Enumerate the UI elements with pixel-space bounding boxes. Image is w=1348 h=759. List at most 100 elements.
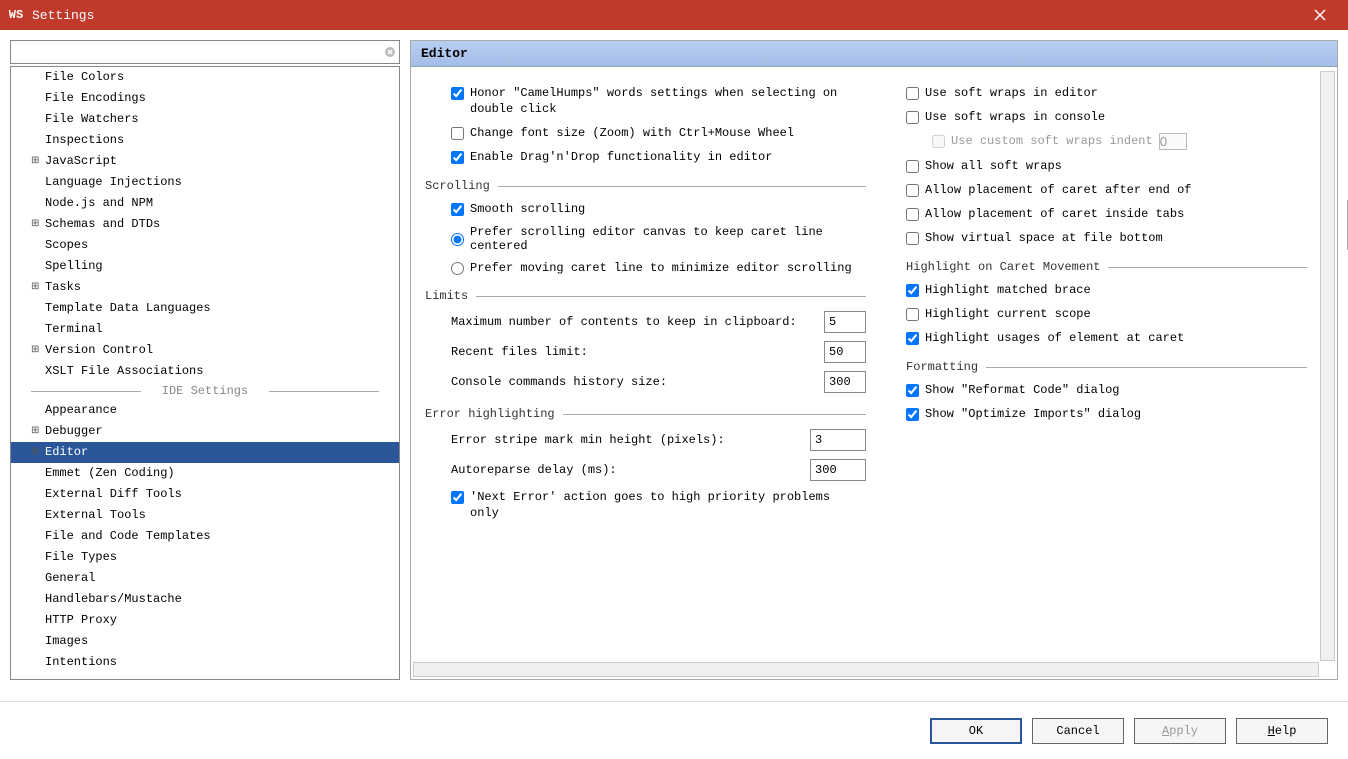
camel-humps-option[interactable]: Honor "CamelHumps" words settings when s… (425, 85, 866, 117)
cancel-button[interactable]: Cancel (1032, 718, 1124, 744)
settings-tree[interactable]: File ColorsFile EncodingsFile WatchersIn… (10, 66, 400, 680)
tree-item-appearance[interactable]: Appearance (11, 400, 399, 421)
tree-item-tasks[interactable]: Tasks (11, 277, 399, 298)
reformat-dialog-label: Show "Reformat Code" dialog (925, 382, 1119, 398)
caret-after-eol-option[interactable]: Allow placement of caret after end of (906, 182, 1307, 198)
soft-wraps-console-option[interactable]: Use soft wraps in console (906, 109, 1307, 125)
tree-item-spelling[interactable]: Spelling (11, 256, 399, 277)
help-button[interactable]: Help (1236, 718, 1328, 744)
smooth-scrolling-option[interactable]: Smooth scrolling (425, 201, 866, 217)
sidebar: File ColorsFile EncodingsFile WatchersIn… (10, 40, 400, 680)
highlight-usages-checkbox[interactable] (906, 332, 919, 345)
stripe-height-input[interactable] (810, 429, 866, 451)
close-button[interactable] (1300, 0, 1340, 30)
tree-item-images[interactable]: Images (11, 631, 399, 652)
soft-wraps-console-checkbox[interactable] (906, 111, 919, 124)
content-title: Editor (411, 41, 1337, 67)
autoreparse-input[interactable] (810, 459, 866, 481)
custom-indent-checkbox (932, 135, 945, 148)
vertical-scrollbar[interactable] (1320, 71, 1335, 661)
tree-item-file-encodings[interactable]: File Encodings (11, 88, 399, 109)
highlight-brace-option[interactable]: Highlight matched brace (906, 282, 1307, 298)
caret-inside-tabs-checkbox[interactable] (906, 208, 919, 221)
tree-item-handlebars-mustache[interactable]: Handlebars/Mustache (11, 589, 399, 610)
ok-button[interactable]: OK (930, 718, 1022, 744)
window-title: Settings (32, 8, 1300, 23)
reformat-dialog-option[interactable]: Show "Reformat Code" dialog (906, 382, 1307, 398)
tree-item-template-data-languages[interactable]: Template Data Languages (11, 298, 399, 319)
autoreparse-row: Autoreparse delay (ms): (425, 459, 866, 481)
main-area: File ColorsFile EncodingsFile WatchersIn… (0, 30, 1348, 690)
tree-item-external-diff-tools[interactable]: External Diff Tools (11, 484, 399, 505)
clipboard-limit-input[interactable] (824, 311, 866, 333)
recent-files-input[interactable] (824, 341, 866, 363)
tree-item-http-proxy[interactable]: HTTP Proxy (11, 610, 399, 631)
caret-after-eol-checkbox[interactable] (906, 184, 919, 197)
optimize-imports-option[interactable]: Show "Optimize Imports" dialog (906, 406, 1307, 422)
highlight-brace-checkbox[interactable] (906, 284, 919, 297)
highlight-scope-checkbox[interactable] (906, 308, 919, 321)
prefer-caret-radio[interactable] (451, 262, 464, 275)
tree-item-emmet-zen-coding-[interactable]: Emmet (Zen Coding) (11, 463, 399, 484)
tree-item-javascript[interactable]: JavaScript (11, 151, 399, 172)
next-error-option[interactable]: 'Next Error' action goes to high priorit… (425, 489, 866, 521)
tree-item-general[interactable]: General (11, 568, 399, 589)
prefer-caret-label: Prefer moving caret line to minimize edi… (470, 261, 852, 275)
tree-item-xslt-file-associations[interactable]: XSLT File Associations (11, 361, 399, 382)
tree-item-inspections[interactable]: Inspections (11, 130, 399, 151)
virtual-space-option[interactable]: Show virtual space at file bottom (906, 230, 1307, 246)
tree-item-file-colors[interactable]: File Colors (11, 67, 399, 88)
custom-indent-input (1159, 133, 1187, 150)
dragndrop-checkbox[interactable] (451, 151, 464, 164)
show-all-wraps-option[interactable]: Show all soft wraps (906, 158, 1307, 174)
tree-item-file-watchers[interactable]: File Watchers (11, 109, 399, 130)
change-font-option[interactable]: Change font size (Zoom) with Ctrl+Mouse … (425, 125, 866, 141)
highlight-scope-option[interactable]: Highlight current scope (906, 306, 1307, 322)
tree-item-scopes[interactable]: Scopes (11, 235, 399, 256)
search-input[interactable] (11, 43, 381, 61)
soft-wraps-editor-option[interactable]: Use soft wraps in editor (906, 85, 1307, 101)
smooth-scrolling-label: Smooth scrolling (470, 201, 585, 217)
console-history-input[interactable] (824, 371, 866, 393)
change-font-label: Change font size (Zoom) with Ctrl+Mouse … (470, 125, 794, 141)
change-font-checkbox[interactable] (451, 127, 464, 140)
caret-inside-tabs-label: Allow placement of caret inside tabs (925, 206, 1184, 222)
dragndrop-option[interactable]: Enable Drag'n'Drop functionality in edit… (425, 149, 866, 165)
camel-humps-checkbox[interactable] (451, 87, 464, 100)
optimize-imports-checkbox[interactable] (906, 408, 919, 421)
content-panel: Editor Honor "CamelHumps" words settings… (410, 40, 1338, 680)
caret-inside-tabs-option[interactable]: Allow placement of caret inside tabs (906, 206, 1307, 222)
tree-item-file-types[interactable]: File Types (11, 547, 399, 568)
tree-item-file-and-code-templates[interactable]: File and Code Templates (11, 526, 399, 547)
x-circle-icon (384, 46, 396, 58)
soft-wraps-editor-label: Use soft wraps in editor (925, 85, 1098, 101)
prefer-caret-option[interactable]: Prefer moving caret line to minimize edi… (425, 261, 866, 275)
tree-item-debugger[interactable]: Debugger (11, 421, 399, 442)
reformat-dialog-checkbox[interactable] (906, 384, 919, 397)
camel-humps-label: Honor "CamelHumps" words settings when s… (470, 85, 866, 117)
tree-item-version-control[interactable]: Version Control (11, 340, 399, 361)
horizontal-scrollbar[interactable] (413, 662, 1319, 677)
soft-wraps-editor-checkbox[interactable] (906, 87, 919, 100)
next-error-checkbox[interactable] (451, 491, 464, 504)
prefer-canvas-radio[interactable] (451, 233, 464, 246)
tree-item-terminal[interactable]: Terminal (11, 319, 399, 340)
tree-item-editor[interactable]: Editor (11, 442, 399, 463)
apply-button[interactable]: Apply (1134, 718, 1226, 744)
highlight-usages-option[interactable]: Highlight usages of element at caret (906, 330, 1307, 346)
show-all-wraps-checkbox[interactable] (906, 160, 919, 173)
prefer-canvas-option[interactable]: Prefer scrolling editor canvas to keep c… (425, 225, 866, 253)
smooth-scrolling-checkbox[interactable] (451, 203, 464, 216)
tree-item-schemas-and-dtds[interactable]: Schemas and DTDs (11, 214, 399, 235)
virtual-space-checkbox[interactable] (906, 232, 919, 245)
highlight-group: Highlight on Caret Movement (906, 260, 1307, 274)
clear-search-icon[interactable] (381, 43, 399, 61)
tree-item-external-tools[interactable]: External Tools (11, 505, 399, 526)
tree-item-node-js-and-npm[interactable]: Node.js and NPM (11, 193, 399, 214)
soft-wraps-console-label: Use soft wraps in console (925, 109, 1105, 125)
tree-item-language-injections[interactable]: Language Injections (11, 172, 399, 193)
recent-files-row: Recent files limit: (425, 341, 866, 363)
search-box[interactable] (10, 40, 400, 64)
tree-item-intentions[interactable]: Intentions (11, 652, 399, 673)
caret-after-eol-label: Allow placement of caret after end of (925, 182, 1191, 198)
